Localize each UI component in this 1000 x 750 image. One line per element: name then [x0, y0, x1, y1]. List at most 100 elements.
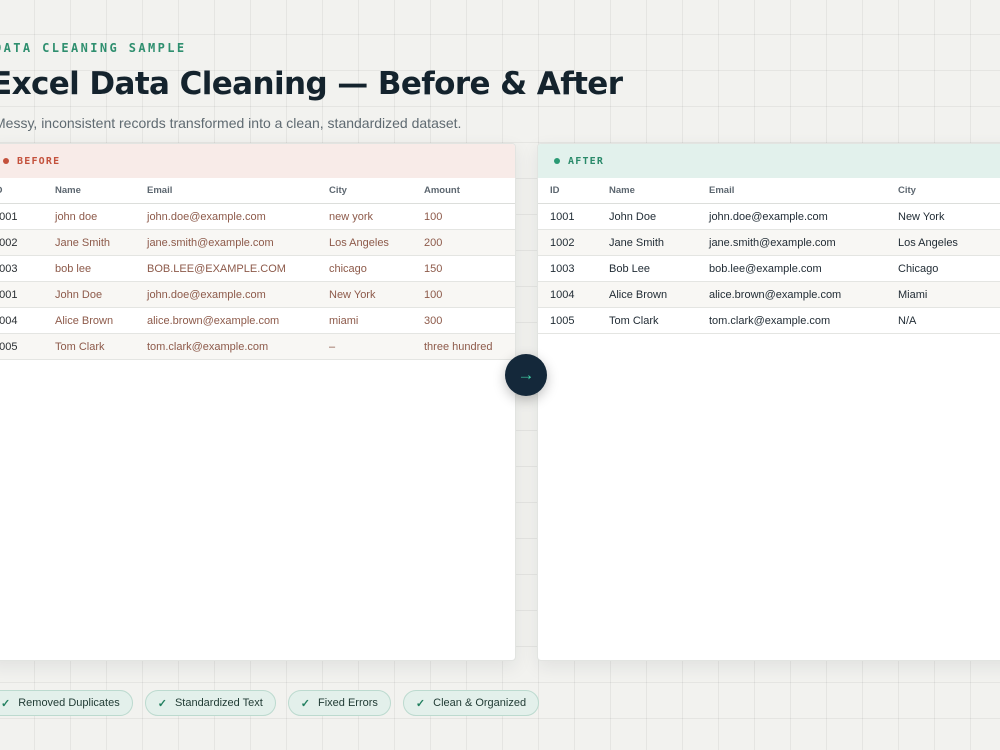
- table-cell: 1004: [0, 307, 55, 334]
- table-cell: Tom Clark: [609, 307, 709, 334]
- table-cell: john.doe@example.com: [147, 281, 329, 308]
- arrow-right-icon: →: [517, 365, 535, 384]
- chip-standardized-text: ✓ Standardized Text: [144, 690, 276, 716]
- table-cell: new york: [329, 203, 424, 230]
- chip-label: Standardized Text: [174, 697, 263, 709]
- table-cell: BOB.LEE@EXAMPLE.COM: [147, 255, 329, 282]
- after-column-header: Name: [609, 178, 709, 204]
- before-column-header: Email: [147, 178, 329, 204]
- table-cell: john.doe@example.com: [147, 203, 329, 230]
- before-panel: BEFORE IDNameEmailCityAmount 1001john do…: [0, 143, 516, 661]
- table-cell: 1005: [0, 333, 55, 360]
- table-row: 1002Jane Smithjane.smith@example.comLos …: [0, 229, 515, 256]
- table-cell: Tom Clark: [55, 333, 147, 360]
- table-cell: 1001: [538, 203, 609, 230]
- before-table: IDNameEmailCityAmount 1001john doejohn.d…: [0, 178, 515, 360]
- table-row: 1003 Bob Lee bob.lee@example.com Chicago: [538, 255, 1000, 282]
- before-column-header: City: [329, 178, 424, 204]
- table-cell: 1001: [0, 203, 55, 230]
- table-cell: tom.clark@example.com: [147, 333, 329, 360]
- table-cell: 100: [424, 203, 515, 230]
- table-cell: 1004: [538, 281, 609, 308]
- after-table-header-row: ID Name Email City: [538, 178, 1000, 204]
- table-cell: 100: [424, 281, 515, 308]
- table-row: 1005Tom Clarktom.clark@example.com–three…: [0, 333, 515, 360]
- table-cell: john.doe@example.com: [709, 203, 898, 230]
- chip-clean-organized: ✓ Clean & Organized: [402, 690, 540, 716]
- table-cell: –: [329, 333, 424, 360]
- table-cell: Bob Lee: [609, 255, 709, 282]
- before-panel-header: BEFORE: [0, 144, 515, 178]
- after-column-header: Email: [709, 178, 898, 204]
- table-cell: Alice Brown: [55, 307, 147, 334]
- check-icon: ✓: [415, 697, 426, 710]
- table-row: 1004 Alice Brown alice.brown@example.com Mi…: [538, 281, 1000, 308]
- table-cell: john doe: [55, 203, 147, 230]
- table-cell: alice.brown@example.com: [147, 307, 329, 334]
- page-title: Excel Data Cleaning — Before & After: [0, 66, 623, 102]
- table-cell: bob lee: [55, 255, 147, 282]
- table-cell: Miami: [898, 281, 1000, 308]
- table-cell: Alice Brown: [609, 281, 709, 308]
- before-table-header-row: IDNameEmailCityAmount: [0, 178, 515, 204]
- after-table: ID Name Email City 1001 John Doe john.doe@exa…: [538, 178, 1000, 334]
- table-cell: Los Angeles: [898, 229, 1000, 256]
- check-icon: ✓: [300, 697, 311, 710]
- before-column-header: ID: [0, 178, 55, 204]
- table-cell: 1002: [538, 229, 609, 256]
- after-panel-header: AFTER: [538, 144, 1000, 178]
- after-status-dot: [554, 158, 560, 164]
- before-status-dot: [3, 158, 9, 164]
- table-cell: Chicago: [898, 255, 1000, 282]
- chip-label: Fixed Errors: [318, 697, 378, 709]
- table-cell: alice.brown@example.com: [709, 281, 898, 308]
- transform-arrow-button[interactable]: →: [505, 354, 547, 396]
- table-cell: Los Angeles: [329, 229, 424, 256]
- before-column-header: Amount: [424, 178, 515, 204]
- table-cell: chicago: [329, 255, 424, 282]
- table-cell: 1003: [0, 255, 55, 282]
- after-panel: AFTER ID Name Email City 1001 John Doe john.d…: [537, 143, 1000, 661]
- table-row: 1001john doejohn.doe@example.comnew york…: [0, 203, 515, 230]
- check-icon: ✓: [1, 697, 11, 710]
- table-row: 1001John Doejohn.doe@example.comNew York…: [0, 281, 515, 308]
- table-cell: Jane Smith: [55, 229, 147, 256]
- page-subtitle: Messy, inconsistent records transformed …: [0, 115, 462, 131]
- chip-label: Removed Duplicates: [18, 697, 120, 709]
- table-cell: jane.smith@example.com: [709, 229, 898, 256]
- table-row: 1001 John Doe john.doe@example.com New York: [538, 203, 1000, 230]
- table-cell: 150: [424, 255, 515, 282]
- before-panel-label: BEFORE: [17, 155, 61, 167]
- table-cell: three hundred: [424, 333, 515, 360]
- feature-chips: ✓ Removed Duplicates ✓ Standardized Text…: [0, 690, 540, 716]
- table-cell: 1002: [0, 229, 55, 256]
- table-cell: jane.smith@example.com: [147, 229, 329, 256]
- table-cell: miami: [329, 307, 424, 334]
- table-row: 1004Alice Brownalice.brown@example.commi…: [0, 307, 515, 334]
- after-panel-label: AFTER: [568, 155, 605, 167]
- check-icon: ✓: [157, 697, 167, 710]
- chip-removed-duplicates: ✓ Removed Duplicates: [0, 690, 133, 716]
- eyebrow-label: DATA CLEANING SAMPLE: [0, 41, 187, 55]
- table-cell: 200: [424, 229, 515, 256]
- table-row: 1002Jane Smithjane.smith@example.comLos …: [538, 229, 1000, 256]
- table-cell: 1005: [538, 307, 609, 334]
- table-cell: John Doe: [609, 203, 709, 230]
- table-cell: N/A: [898, 307, 1000, 334]
- table-row: 1005 Tom Clark tom.clark@example.com N/A: [538, 307, 1000, 334]
- chip-fixed-errors: ✓ Fixed Errors: [287, 690, 391, 716]
- table-cell: John Doe: [55, 281, 147, 308]
- table-cell: New York: [898, 203, 1000, 230]
- table-cell: 300: [424, 307, 515, 334]
- table-cell: tom.clark@example.com: [709, 307, 898, 334]
- chip-label: Clean & Organized: [433, 697, 527, 709]
- table-cell: New York: [329, 281, 424, 308]
- table-cell: Jane Smith: [609, 229, 709, 256]
- table-row: 1003bob leeBOB.LEE@EXAMPLE.COMchicago150: [0, 255, 515, 282]
- before-column-header: Name: [55, 178, 147, 204]
- table-cell: bob.lee@example.com: [709, 255, 898, 282]
- table-cell: 1003: [538, 255, 609, 282]
- after-column-header: ID: [538, 178, 609, 204]
- after-column-header: City: [898, 178, 1000, 204]
- table-cell: 1001: [0, 281, 55, 308]
